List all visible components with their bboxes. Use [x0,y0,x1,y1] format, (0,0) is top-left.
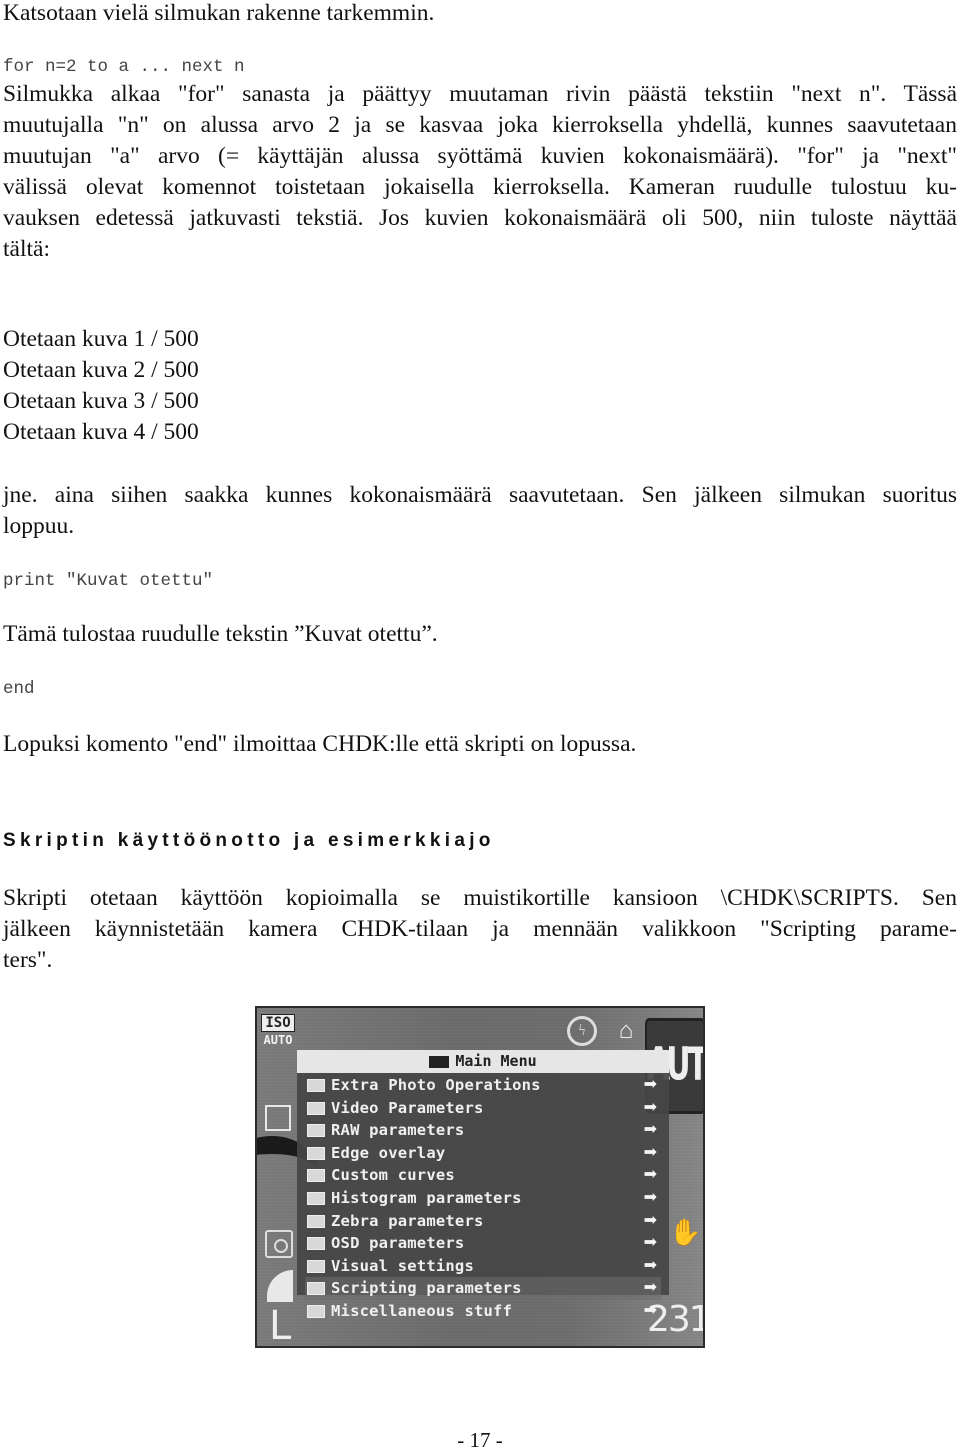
chdk-main-menu: Main Menu Extra Photo Operations ➡ Video P… [297,1050,669,1320]
output-line: Otetaan kuva 3 / 500 [3,388,199,414]
scripting-icon [307,1282,325,1296]
stabilizer-hand-icon: ✋ [669,1218,702,1247]
menu-item-label: Zebra parameters [331,1211,484,1230]
menu-item[interactable]: Visual settings ➡ [305,1255,661,1278]
zebra-icon [307,1214,325,1228]
paragraph-line: loppuu. [3,513,75,539]
menu-item[interactable]: Video Parameters ➡ [305,1097,661,1120]
arrow-right-icon: ➡ [643,1076,657,1093]
usage-paragraph: Skripti otetaan käyttöön kopioimalla se … [3,883,957,976]
arrow-right-icon: ➡ [643,1302,657,1319]
paragraph-line: jälkeen käynnistetään kamera CHDK-tilaan… [3,916,957,942]
print-explanation: Tämä tulostaa ruudulle tekstin ”Kuvat ot… [3,621,438,647]
metering-icon [265,1230,293,1258]
paragraph-line: Silmukka alkaa "for" sanasta ja päättyy … [3,81,957,107]
arrow-right-icon: ➡ [643,1143,657,1161]
menu-item-label: Scripting parameters [331,1279,522,1298]
paragraph-line: ters". [3,947,53,973]
arrow-right-icon: ➡ [643,1234,657,1252]
misc-icon [307,1305,325,1318]
arrow-right-icon: ➡ [643,1189,657,1206]
camera-screen-photo: ISO AUTO ϟ ⌂ AUTO L ✋ 231 Main Menu Extr… [255,1006,705,1348]
menu-item[interactable]: OSD parameters ➡ [305,1232,661,1255]
iso-value: AUTO [263,1033,293,1047]
chdk-logo-icon [429,1055,450,1068]
arrow-right-icon: ➡ [643,1256,657,1274]
page-number: - 17 - [457,1428,503,1452]
osd-icon [307,1237,325,1251]
paragraph-line: muutujan "a" arvo (= käyttäjän alussa sy… [3,143,957,169]
menu-item[interactable]: Histogram parameters ➡ [305,1187,661,1210]
menu-item-label: Extra Photo Operations [331,1076,541,1094]
menu-item[interactable]: Edge overlay ➡ [305,1142,661,1165]
loop-explanation-paragraph: Silmukka alkaa "for" sanasta ja päättyy … [3,79,957,265]
sample-output: Otetaan kuva 1 / 500 Otetaan kuva 2 / 50… [3,324,957,448]
output-line: Otetaan kuva 4 / 500 [3,419,199,445]
arrow-right-icon: ➡ [643,1211,657,1229]
menu-item-label: Custom curves [331,1166,455,1185]
code-for-loop: for n=2 to a ... next n [3,57,245,77]
menu-item[interactable]: RAW parameters ➡ [305,1119,661,1142]
iso-label: ISO [261,1014,295,1032]
loop-end-paragraph: jne. aina siihen saakka kunnes kokonaism… [3,480,957,542]
visual-settings-icon [307,1259,325,1273]
paragraph-line: Skripti otetaan käyttöön kopioimalla se … [3,885,957,911]
menu-item[interactable]: Custom curves ➡ [305,1164,661,1187]
code-end: end [3,679,35,699]
flash-icon: ϟ [567,1016,597,1046]
section-heading: Skriptin käyttöönotto ja esimerkkiajo [3,830,495,851]
arrow-right-icon: ➡ [643,1121,657,1139]
menu-item-label: OSD parameters [331,1234,465,1253]
code-print: print "Kuvat otettu" [3,571,214,591]
camera-icon [307,1079,325,1092]
menu-item-label: Video Parameters [331,1098,484,1117]
menu-title: Main Menu [455,1052,537,1070]
curve-icon [307,1169,325,1183]
menu-item[interactable]: Miscellaneous stuff ➡ [305,1300,661,1323]
arrow-right-icon: ➡ [643,1279,657,1297]
paragraph-line: vauksen edetessä jatkuvasti tekstiä. Jos… [3,205,957,231]
menu-item-label: Visual settings [331,1256,474,1275]
menu-item-label: Miscellaneous stuff [331,1302,513,1320]
menu-item-label: Histogram parameters [331,1189,522,1207]
arrow-right-icon: ➡ [643,1098,657,1116]
image-size: L [269,1303,292,1348]
menu-item-label: Edge overlay [331,1143,446,1162]
video-icon [307,1101,325,1115]
af-frame-icon [265,1105,291,1131]
output-line: Otetaan kuva 2 / 500 [3,357,199,383]
menu-item-label: RAW parameters [331,1121,465,1140]
output-line: Otetaan kuva 1 / 500 [3,326,199,352]
intro-paragraph: Katsotaan vielä silmukan rakenne tarkemm… [3,0,435,26]
scene-mode-icon: ⌂ [618,1018,634,1044]
menu-item[interactable]: Scripting parameters ➡ [305,1277,661,1300]
iso-indicator: ISO AUTO [261,1014,295,1054]
arrow-right-icon: ➡ [643,1166,657,1184]
raw-icon [307,1124,325,1138]
paragraph-line: jne. aina siihen saakka kunnes kokonaism… [3,482,957,508]
menu-title-bar: Main Menu [297,1050,669,1073]
paragraph-line: muutujalla "n" on alussa arvo 2 ja se ka… [3,112,957,138]
paragraph-line: välissä olevat komennot toistetaan jokai… [3,174,957,200]
menu-item[interactable]: Extra Photo Operations ➡ [305,1074,661,1097]
menu-item[interactable]: Zebra parameters ➡ [305,1210,661,1233]
compression-icon [267,1270,293,1302]
histogram-icon [307,1192,325,1205]
paragraph-line: tältä: [3,236,50,262]
edge-overlay-icon [307,1146,325,1160]
end-explanation: Lopuksi komento "end" ilmoittaa CHDK:lle… [3,731,637,757]
